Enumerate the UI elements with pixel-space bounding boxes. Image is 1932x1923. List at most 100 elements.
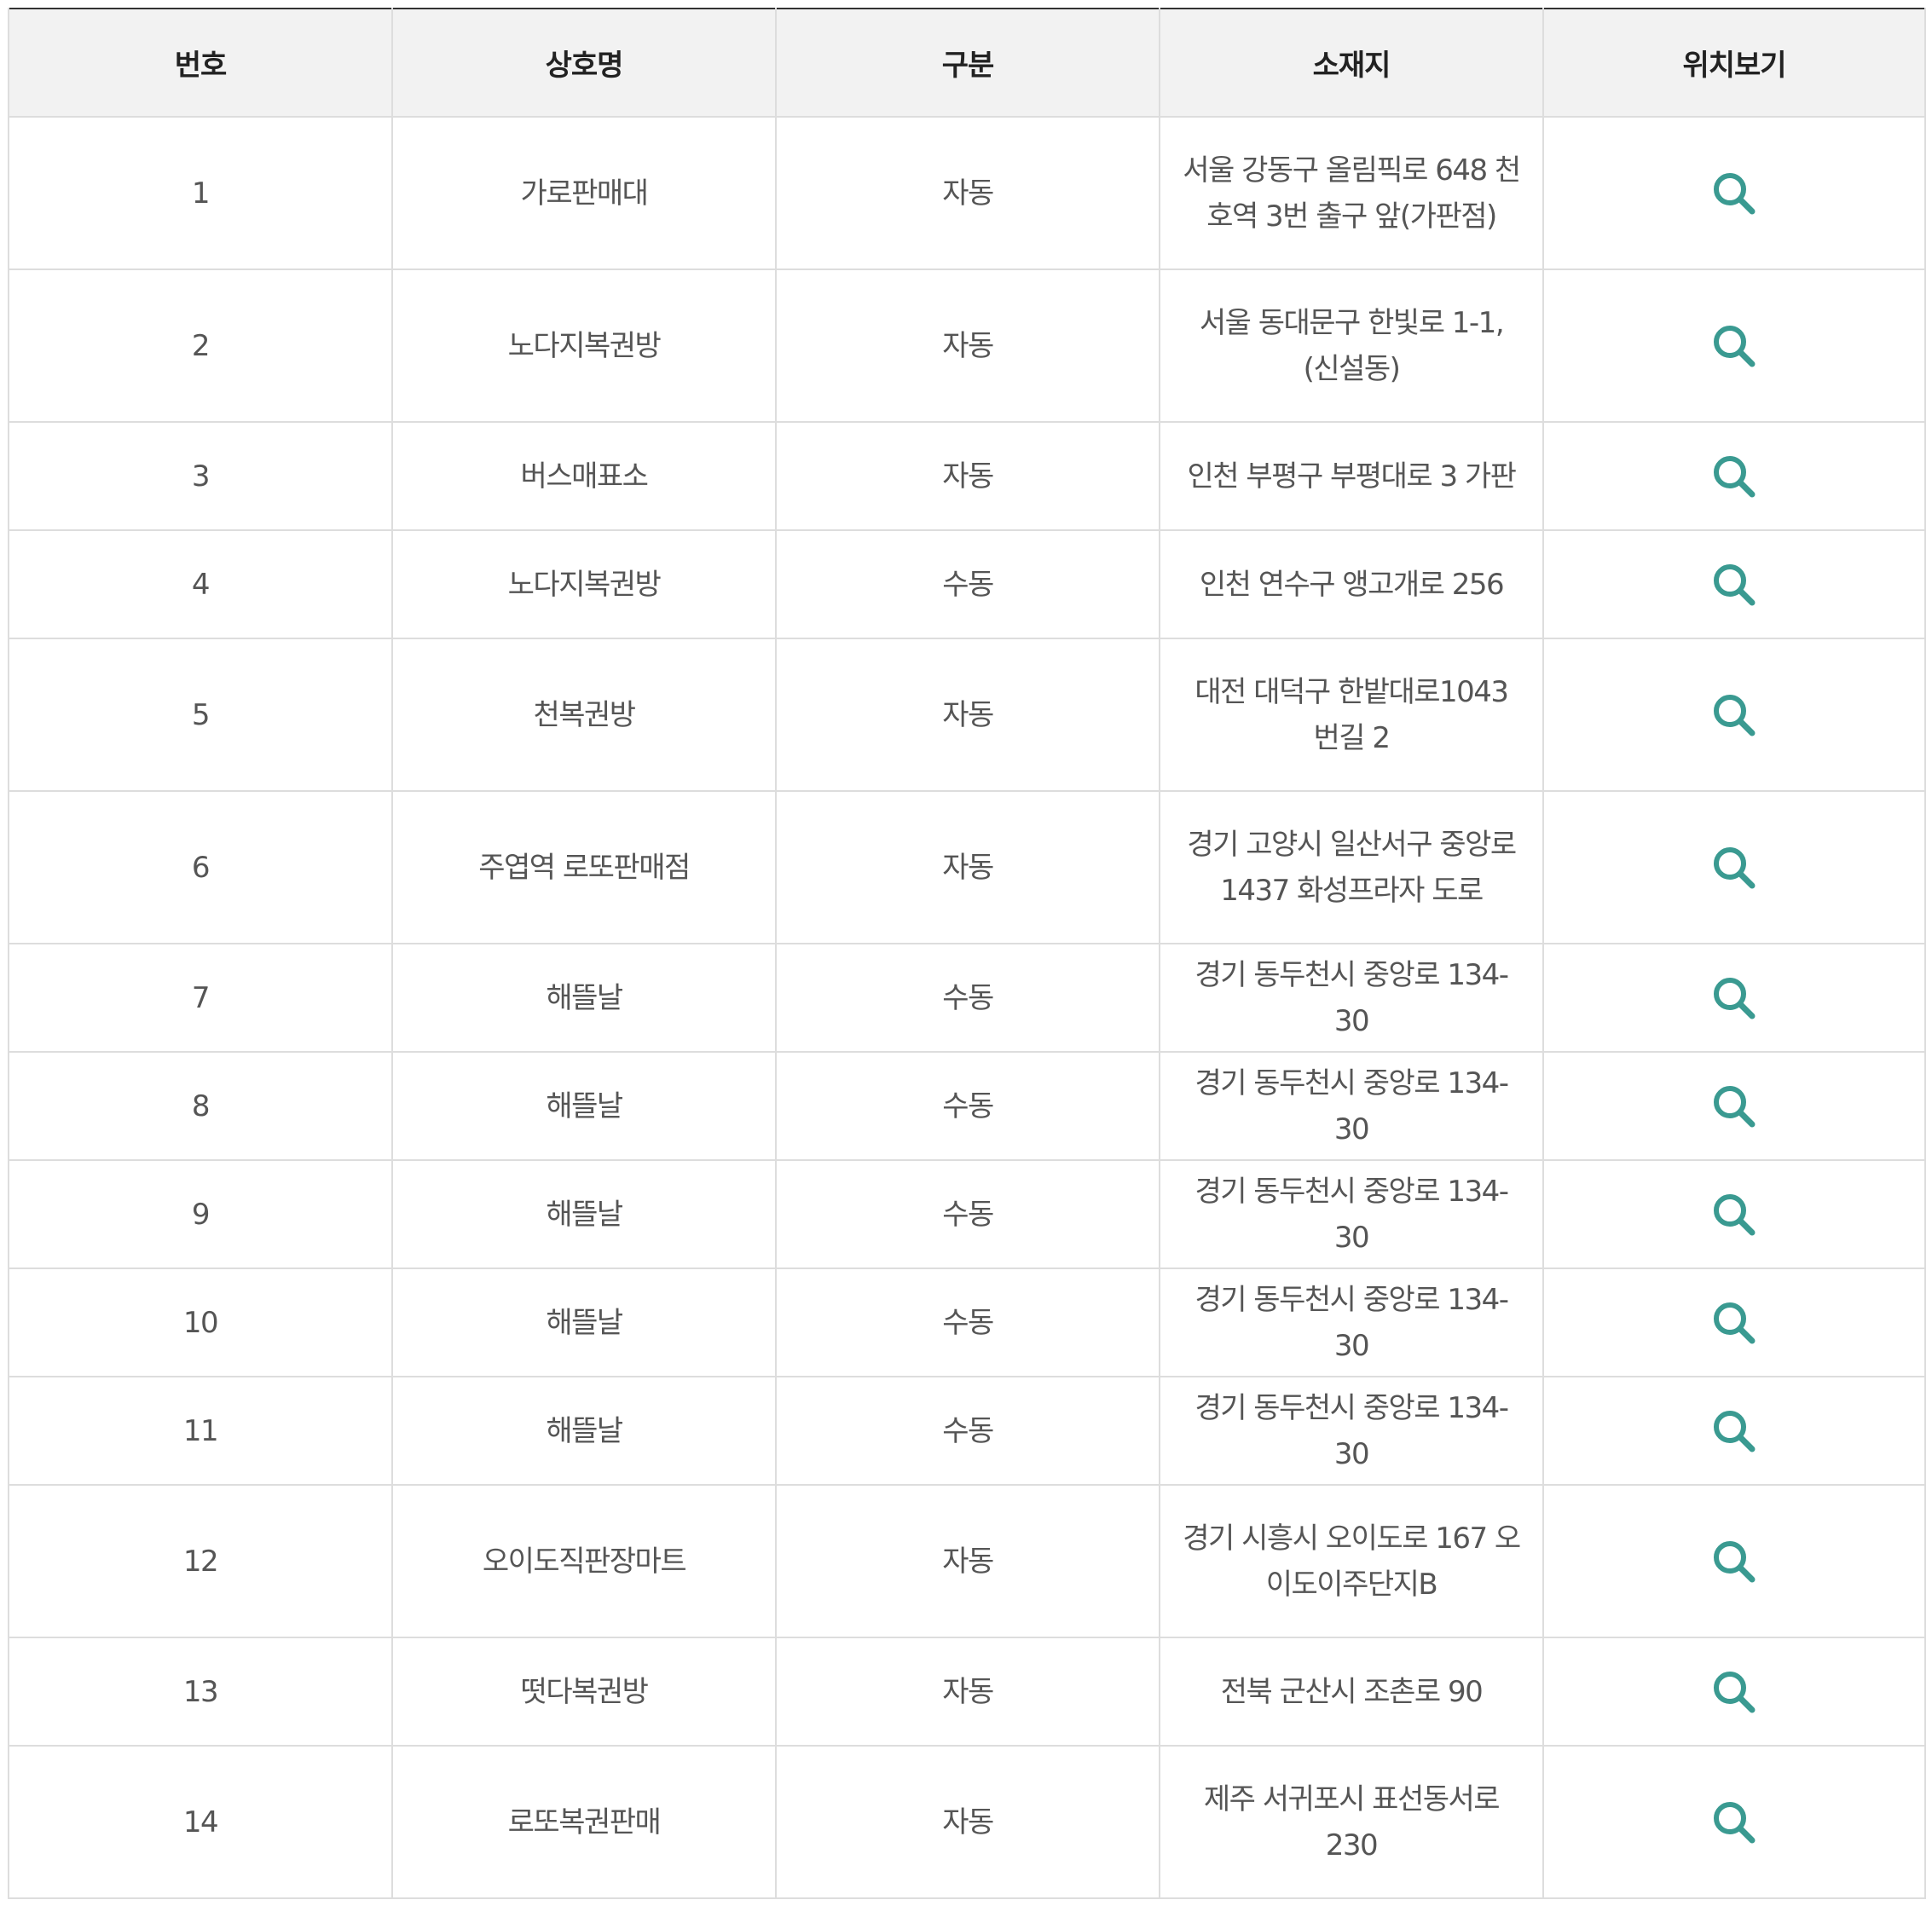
- cell-map: [1542, 1051, 1926, 1161]
- cell-name: 노다지복권방: [391, 269, 777, 423]
- cell-address: 경기 동두천시 중앙로 134-30: [1159, 943, 1544, 1053]
- cell-name: 해뜰날: [391, 1051, 777, 1161]
- cell-map: [1542, 421, 1926, 531]
- search-icon[interactable]: [1710, 453, 1758, 500]
- cell-type: 자동: [775, 116, 1160, 270]
- cell-type: 수동: [775, 1159, 1160, 1269]
- cell-name: 노다지복권방: [391, 529, 777, 639]
- search-icon[interactable]: [1710, 844, 1758, 892]
- cell-type: 자동: [775, 1484, 1160, 1638]
- header-map: 위치보기: [1542, 9, 1926, 118]
- cell-map: [1542, 529, 1926, 639]
- cell-type: 자동: [775, 790, 1160, 944]
- cell-number: 14: [8, 1745, 393, 1899]
- search-icon[interactable]: [1710, 691, 1758, 739]
- search-icon[interactable]: [1710, 1407, 1758, 1455]
- cell-name: 로또복권판매: [391, 1745, 777, 1899]
- table-row: 10 해뜰날 수동 경기 동두천시 중앙로 134-30: [8, 1268, 1926, 1377]
- cell-number: 10: [8, 1268, 393, 1377]
- cell-map: [1542, 269, 1926, 423]
- cell-map: [1542, 1637, 1926, 1747]
- search-icon[interactable]: [1710, 1668, 1758, 1716]
- table-header: 번호 상호명 구분 소재지 위치보기: [8, 9, 1926, 118]
- cell-address: 서울 강동구 올림픽로 648 천호역 3번 출구 앞(가판점): [1159, 116, 1544, 270]
- cell-map: [1542, 790, 1926, 944]
- header-type: 구분: [775, 9, 1160, 118]
- cell-number: 2: [8, 269, 393, 423]
- header-number: 번호: [8, 9, 393, 118]
- header-row: 번호 상호명 구분 소재지 위치보기: [8, 9, 1926, 118]
- table-row: 1 가로판매대 자동 서울 강동구 올림픽로 648 천호역 3번 출구 앞(가…: [8, 116, 1926, 270]
- cell-type: 자동: [775, 269, 1160, 423]
- cell-name: 해뜰날: [391, 1376, 777, 1486]
- search-icon[interactable]: [1710, 974, 1758, 1022]
- table-row: 6 주엽역 로또판매점 자동 경기 고양시 일산서구 중앙로 1437 화성프라…: [8, 790, 1926, 944]
- cell-map: [1542, 1268, 1926, 1377]
- table-row: 13 떳다복권방 자동 전북 군산시 조촌로 90: [8, 1637, 1926, 1747]
- cell-address: 경기 동두천시 중앙로 134-30: [1159, 1051, 1544, 1161]
- search-icon[interactable]: [1710, 170, 1758, 217]
- cell-map: [1542, 1745, 1926, 1899]
- search-icon[interactable]: [1710, 1538, 1758, 1585]
- table-row: 3 버스매표소 자동 인천 부평구 부평대로 3 가판: [8, 421, 1926, 531]
- cell-map: [1542, 116, 1926, 270]
- cell-address: 경기 동두천시 중앙로 134-30: [1159, 1376, 1544, 1486]
- cell-address: 경기 시흥시 오이도로 167 오이도이주단지B: [1159, 1484, 1544, 1638]
- cell-number: 4: [8, 529, 393, 639]
- cell-map: [1542, 1376, 1926, 1486]
- cell-number: 6: [8, 790, 393, 944]
- search-icon[interactable]: [1710, 322, 1758, 370]
- search-icon[interactable]: [1710, 1191, 1758, 1239]
- cell-type: 자동: [775, 1637, 1160, 1747]
- cell-number: 12: [8, 1484, 393, 1638]
- cell-type: 자동: [775, 421, 1160, 531]
- store-table: 번호 상호명 구분 소재지 위치보기 1 가로판매대 자동 서울 강동구 올림픽…: [8, 8, 1926, 1899]
- cell-name: 해뜰날: [391, 943, 777, 1053]
- search-icon[interactable]: [1710, 1083, 1758, 1130]
- cell-type: 수동: [775, 529, 1160, 639]
- cell-number: 5: [8, 638, 393, 792]
- cell-name: 해뜰날: [391, 1268, 777, 1377]
- cell-name: 주엽역 로또판매점: [391, 790, 777, 944]
- table-row: 7 해뜰날 수동 경기 동두천시 중앙로 134-30: [8, 943, 1926, 1053]
- cell-type: 자동: [775, 638, 1160, 792]
- cell-address: 경기 동두천시 중앙로 134-30: [1159, 1268, 1544, 1377]
- cell-number: 3: [8, 421, 393, 531]
- table-row: 2 노다지복권방 자동 서울 동대문구 한빛로 1-1,(신설동): [8, 269, 1926, 423]
- table-row: 5 천복권방 자동 대전 대덕구 한밭대로1043번길 2: [8, 638, 1926, 792]
- table-row: 14 로또복권판매 자동 제주 서귀포시 표선동서로 230: [8, 1745, 1926, 1899]
- cell-name: 가로판매대: [391, 116, 777, 270]
- cell-map: [1542, 638, 1926, 792]
- cell-type: 수동: [775, 1376, 1160, 1486]
- cell-number: 8: [8, 1051, 393, 1161]
- cell-address: 경기 동두천시 중앙로 134-30: [1159, 1159, 1544, 1269]
- table-row: 11 해뜰날 수동 경기 동두천시 중앙로 134-30: [8, 1376, 1926, 1486]
- store-table-container: 번호 상호명 구분 소재지 위치보기 1 가로판매대 자동 서울 강동구 올림픽…: [8, 8, 1926, 1899]
- search-icon[interactable]: [1710, 1799, 1758, 1846]
- cell-address: 인천 연수구 앵고개로 256: [1159, 529, 1544, 639]
- cell-type: 자동: [775, 1745, 1160, 1899]
- table-body: 1 가로판매대 자동 서울 강동구 올림픽로 648 천호역 3번 출구 앞(가…: [8, 116, 1926, 1899]
- cell-type: 수동: [775, 1051, 1160, 1161]
- search-icon[interactable]: [1710, 1299, 1758, 1347]
- cell-name: 버스매표소: [391, 421, 777, 531]
- cell-name: 오이도직판장마트: [391, 1484, 777, 1638]
- cell-address: 전북 군산시 조촌로 90: [1159, 1637, 1544, 1747]
- cell-map: [1542, 943, 1926, 1053]
- cell-address: 인천 부평구 부평대로 3 가판: [1159, 421, 1544, 531]
- table-row: 4 노다지복권방 수동 인천 연수구 앵고개로 256: [8, 529, 1926, 639]
- cell-name: 떳다복권방: [391, 1637, 777, 1747]
- cell-type: 수동: [775, 943, 1160, 1053]
- header-address: 소재지: [1159, 9, 1544, 118]
- cell-map: [1542, 1484, 1926, 1638]
- search-icon[interactable]: [1710, 561, 1758, 609]
- cell-address: 대전 대덕구 한밭대로1043번길 2: [1159, 638, 1544, 792]
- cell-number: 9: [8, 1159, 393, 1269]
- cell-number: 13: [8, 1637, 393, 1747]
- cell-address: 서울 동대문구 한빛로 1-1,(신설동): [1159, 269, 1544, 423]
- table-row: 12 오이도직판장마트 자동 경기 시흥시 오이도로 167 오이도이주단지B: [8, 1484, 1926, 1638]
- cell-number: 7: [8, 943, 393, 1053]
- cell-name: 천복권방: [391, 638, 777, 792]
- cell-number: 11: [8, 1376, 393, 1486]
- cell-address: 제주 서귀포시 표선동서로 230: [1159, 1745, 1544, 1899]
